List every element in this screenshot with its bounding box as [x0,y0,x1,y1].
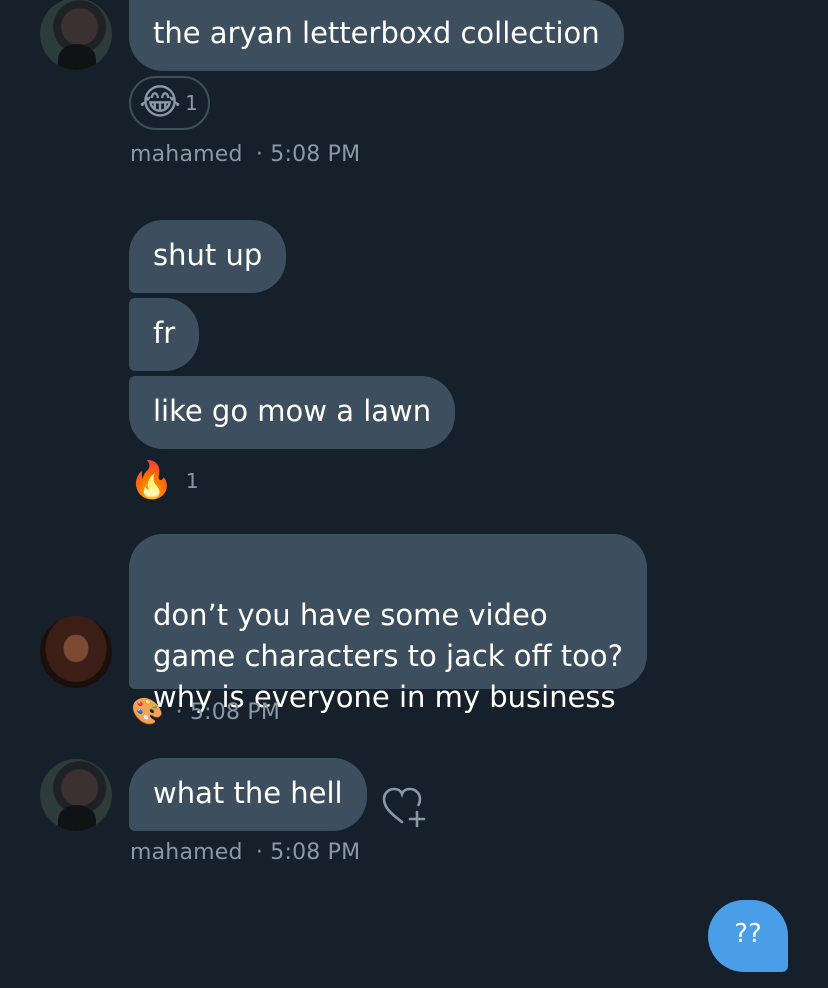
message-bubble[interactable]: fr [129,298,200,371]
timestamp: · 5:08 PM [175,699,281,725]
message-meta: 🎨 · 5:08 PM [131,697,280,727]
message-text: fr [153,316,176,350]
message-text: shut up [153,238,263,272]
sent-message-bubble[interactable]: ?? [708,900,788,972]
avatar-mahamed[interactable] [40,0,112,70]
message-text: ?? [734,919,762,949]
message-bubble[interactable]: what the hell [129,758,367,831]
palette-emoji-icon: 🎨 [131,697,164,727]
message-bubble[interactable]: the aryan letterboxd collection [129,0,624,71]
message-meta: mahamed · 5:08 PM [130,142,360,167]
message-text: like go mow a lawn [153,394,432,428]
sender-name: mahamed [130,840,243,865]
avatar-sender[interactable] [40,616,112,688]
message-text: the aryan letterboxd collection [153,16,600,50]
message-meta: mahamed · 5:08 PM [130,840,360,865]
avatar-mahamed[interactable] [40,759,112,831]
reaction-fire[interactable]: 🔥 1 [129,463,199,499]
message-bubble[interactable]: like go mow a lawn [129,376,456,449]
reaction-count: 1 [185,469,199,493]
reaction-count: 1 [185,91,198,115]
message-bubble[interactable]: don’t you have some video game character… [129,534,647,714]
sender-name: mahamed [130,142,243,167]
timestamp: · 5:08 PM [255,840,361,865]
message-bubble[interactable]: shut up [129,220,287,293]
reaction-laugh[interactable]: 😂 1 [129,76,210,130]
laugh-emoji-icon: 😂 [139,82,182,123]
message-text: what the hell [153,776,343,810]
fire-emoji-icon: 🔥 [129,460,174,501]
timestamp: · 5:08 PM [255,142,361,167]
heart-plus-icon[interactable] [380,786,428,828]
